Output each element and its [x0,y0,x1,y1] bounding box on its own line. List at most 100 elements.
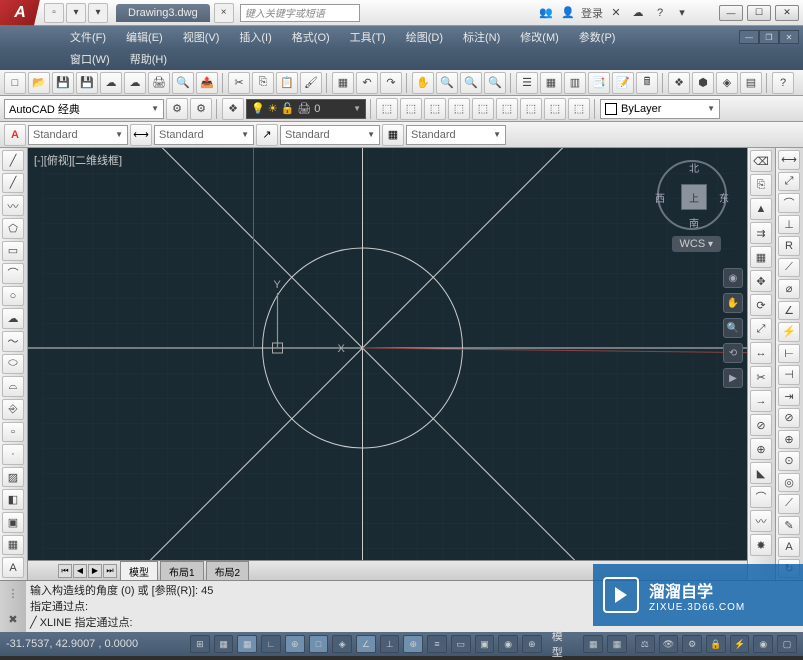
quickcalc-icon[interactable]: 🖩 [636,72,658,94]
markup-icon[interactable]: 📝 [612,72,634,94]
gradient-icon[interactable]: ◧ [2,489,24,510]
isolate-icon[interactable]: ◉ [753,635,773,653]
arc-icon[interactable]: ⌒ [2,263,24,284]
infocenter-icon[interactable]: 👥 [537,4,555,22]
tab-first-icon[interactable]: ⏮ [58,564,72,578]
minimize-button[interactable]: — [719,5,743,21]
dim-ordinate-icon[interactable]: ⊥ [778,215,800,235]
mdi-restore-button[interactable]: ❐ [759,30,779,44]
mleaderstyle-combo[interactable]: Standard▼ [280,125,380,145]
copy-obj-icon[interactable]: ⎘ [750,174,772,196]
tablestyle-combo[interactable]: Standard▼ [406,125,506,145]
close-button[interactable]: ✕ [775,5,799,21]
zoom-icon[interactable]: 🔍 [436,72,458,94]
paste-icon[interactable]: 📋 [276,72,298,94]
line-icon[interactable]: ╱ [2,150,24,171]
ellipse-icon[interactable]: ⬭ [2,354,24,375]
stretch-icon[interactable]: ↔ [750,342,772,364]
layer-cur-icon[interactable]: ⬚ [448,98,470,120]
dim-radius-icon[interactable]: R [778,236,800,256]
am-icon[interactable]: ⊕ [522,635,542,653]
menu-dimension[interactable]: 标注(N) [453,29,510,45]
dim-aligned-icon[interactable]: ⤢ [778,172,800,192]
navwheel-icon[interactable]: ◉ [723,268,743,288]
circle-icon[interactable]: ○ [2,286,24,307]
wcs-badge[interactable]: WCS ▾ [672,236,721,252]
layer-iso-icon[interactable]: ◈ [716,72,738,94]
polygon-icon[interactable]: ⬠ [2,218,24,239]
cleanscreen-icon[interactable]: ▢ [777,635,797,653]
workspace-settings-icon[interactable]: ⚙ [190,98,212,120]
centermark-icon[interactable]: ⊙ [778,451,800,471]
blend-icon[interactable]: 〰 [750,510,772,532]
annovis-icon[interactable]: 👁 [659,635,679,653]
otrack-icon[interactable]: ∠ [356,635,376,653]
dyn-icon[interactable]: ⊕ [403,635,423,653]
revcloud-icon[interactable]: ☁ [2,308,24,329]
tab-layout2[interactable]: 布局2 [206,561,250,581]
help-icon[interactable]: ? [651,4,669,22]
toolpalettes-icon[interactable]: ▥ [564,72,586,94]
drawing-canvas[interactable]: [-][俯视][二维线框] X Y [28,148,747,580]
menu-view[interactable]: 视图(V) [173,29,230,45]
doc-close-icon[interactable]: × [214,3,234,23]
extend-icon[interactable]: → [750,390,772,412]
viewcube-face[interactable]: 上 [681,184,707,210]
viewcube-east[interactable]: 东 [719,190,729,205]
blockeditor-icon[interactable]: ▦ [332,72,354,94]
dimtedit-icon[interactable]: A [778,537,800,557]
point-icon[interactable]: · [2,444,24,465]
tablestyle-icon[interactable]: ▦ [382,124,404,146]
dim-jogged-icon[interactable]: ⟋ [778,258,800,278]
dim-break-icon[interactable]: ⊘ [778,408,800,428]
matchprop-icon[interactable]: 🖌 [300,72,322,94]
qat-save-icon[interactable]: ▾ [88,3,108,23]
menu-draw[interactable]: 绘图(D) [396,29,453,45]
workspace-gear-icon[interactable]: ⚙ [166,98,188,120]
table-icon[interactable]: ▦ [2,535,24,556]
maximize-button[interactable]: ☐ [747,5,771,21]
sheetset-icon[interactable]: 📑 [588,72,610,94]
viewcube[interactable]: 上 北 南 东 西 [657,160,727,230]
open-icon[interactable]: 📂 [28,72,50,94]
trim-icon[interactable]: ✂ [750,366,772,388]
model-space-button[interactable]: 模型 [546,628,580,660]
fillet-icon[interactable]: ⌒ [750,486,772,508]
textstyle-icon[interactable]: A [4,124,26,146]
exchange-icon[interactable]: ✕ [607,4,625,22]
layer-unlock-icon[interactable]: ⬚ [568,98,590,120]
dimstyle-combo[interactable]: Standard▼ [154,125,254,145]
array-icon[interactable]: ▦ [750,246,772,268]
plot-icon[interactable]: 🖨 [148,72,170,94]
toolbar-lock-icon[interactable]: 🔒 [706,635,726,653]
dim-angular-icon[interactable]: ∠ [778,301,800,321]
tab-layout1[interactable]: 布局1 [160,561,204,581]
tpy-icon[interactable]: ▭ [451,635,471,653]
grid-icon[interactable]: ▦ [237,635,257,653]
tolerance-icon[interactable]: ⊕ [778,430,800,450]
region-icon[interactable]: ▣ [2,512,24,533]
help-toolbar-icon[interactable]: ? [772,72,794,94]
redo-icon[interactable]: ↷ [380,72,402,94]
save-icon[interactable]: 💾 [52,72,74,94]
block-icon[interactable]: ▫ [2,422,24,443]
infer-icon[interactable]: ⊞ [190,635,210,653]
dim-diameter-icon[interactable]: ⌀ [778,279,800,299]
color-combo[interactable]: ByLayer ▼ [600,99,720,119]
layer-state-icon[interactable]: ⬢ [692,72,714,94]
zoomwin-icon[interactable]: 🔍 [484,72,506,94]
document-tab[interactable]: Drawing3.dwg [116,4,210,22]
qat-new-icon[interactable]: ▫ [44,3,64,23]
layer-prev-icon[interactable]: ⬚ [376,98,398,120]
hardware-icon[interactable]: ⚡ [730,635,750,653]
qat-open-icon[interactable]: ▾ [66,3,86,23]
osnap-icon[interactable]: □ [309,635,329,653]
dimstyle-icon[interactable]: ⟷ [130,124,152,146]
joglinear-icon[interactable]: ⟋ [778,494,800,514]
viewcube-north[interactable]: 北 [689,160,699,175]
textstyle-combo[interactable]: Standard▼ [28,125,128,145]
menu-format[interactable]: 格式(O) [282,29,340,45]
menu-tools[interactable]: 工具(T) [340,29,396,45]
cloud-open-icon[interactable]: ☁ [100,72,122,94]
insert-icon[interactable]: ⎆ [2,399,24,420]
